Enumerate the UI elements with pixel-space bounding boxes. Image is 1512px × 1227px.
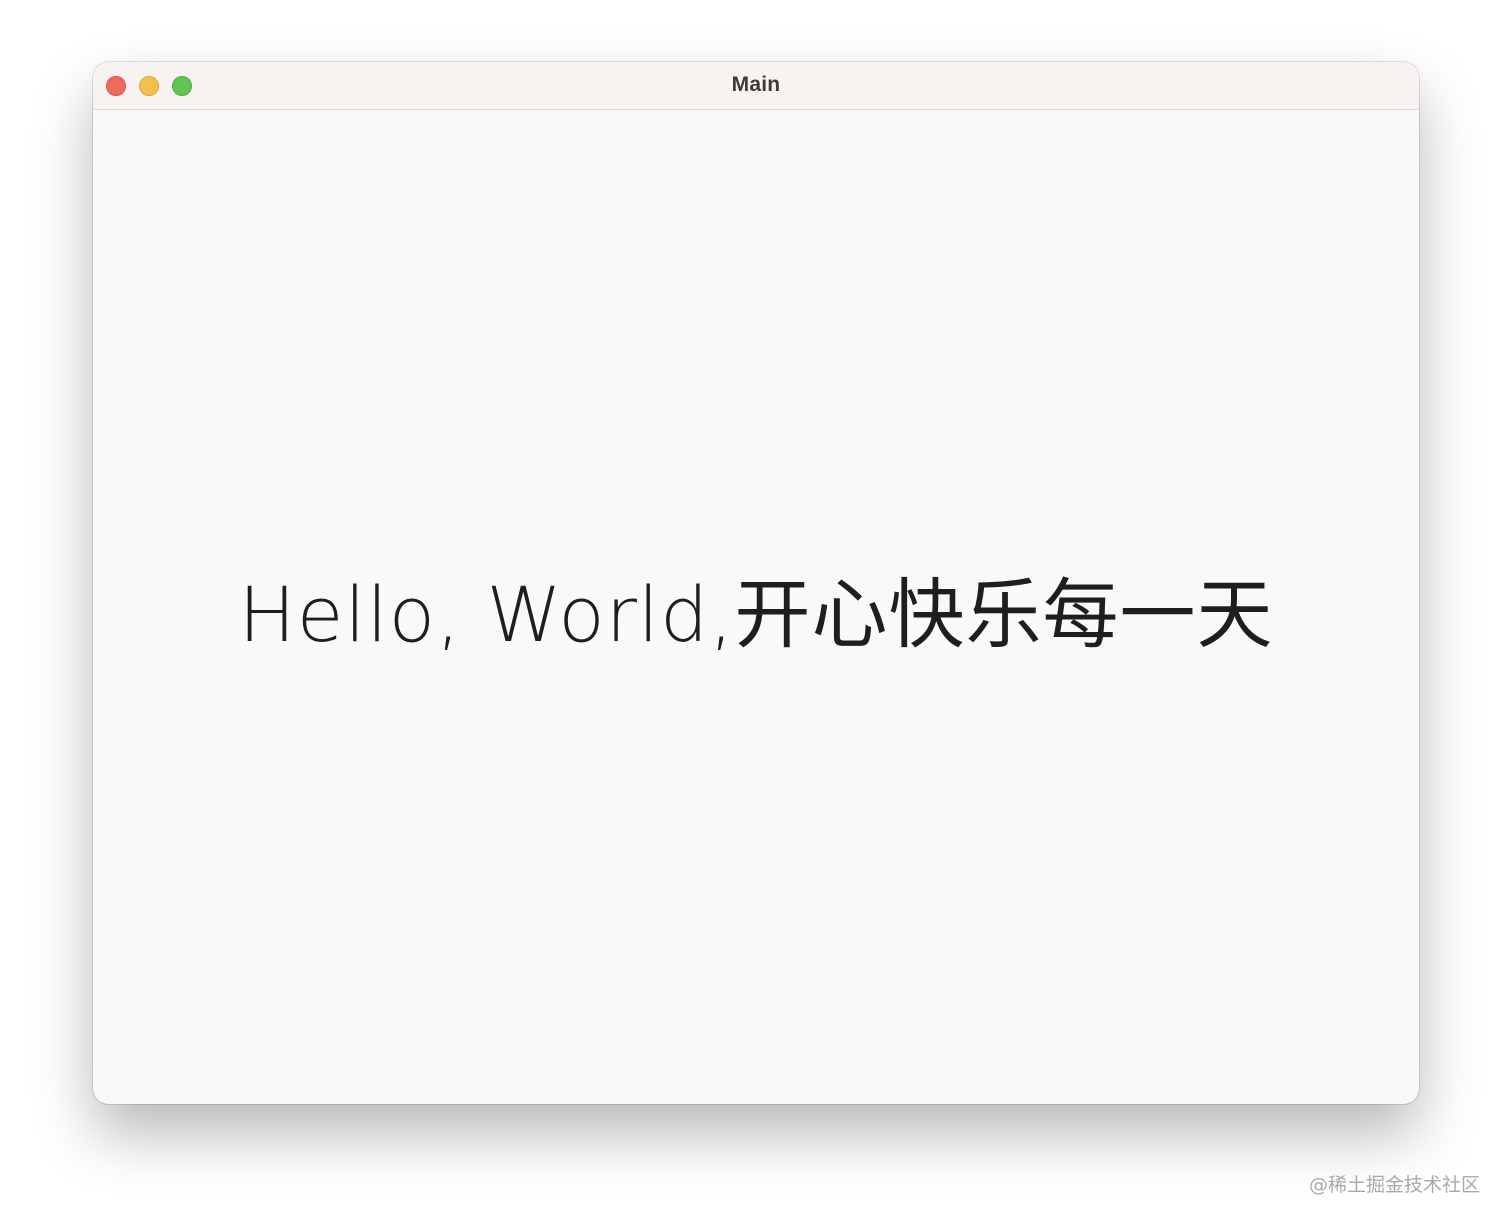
title-bar[interactable]: Main <box>93 62 1419 110</box>
content-area: Hello, World,开心快乐每一天 <box>93 110 1419 1104</box>
greeting-text: Hello, World,开心快乐每一天 <box>238 570 1274 659</box>
window-title: Main <box>731 73 781 96</box>
desktop: Main Hello, World,开心快乐每一天 @稀土掘金技术社区 <box>0 0 1512 1227</box>
watermark: @稀土掘金技术社区 <box>1308 1174 1480 1196</box>
app-window: Main Hello, World,开心快乐每一天 <box>93 62 1419 1104</box>
